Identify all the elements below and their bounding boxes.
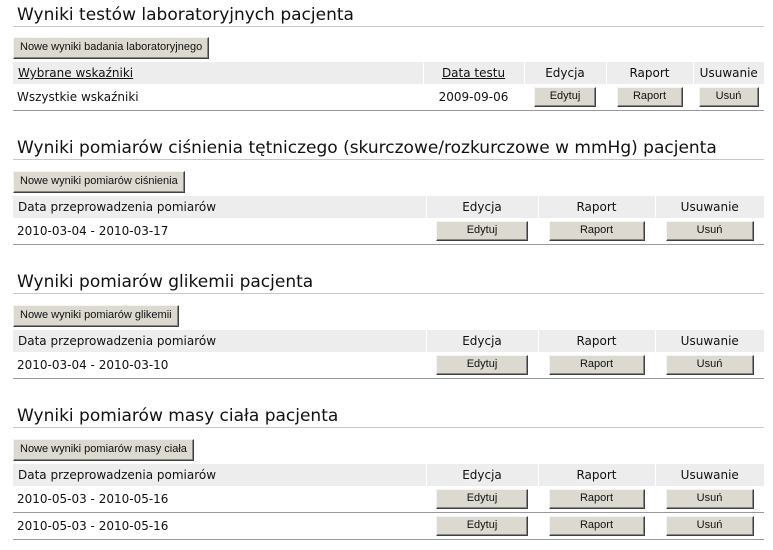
pressure-results-title: Wyniki pomiarów ciśnienia tętniczego (sk…	[13, 137, 764, 160]
lab-results-section: Wyniki testów laboratoryjnych pacjenta N…	[13, 4, 764, 124]
table-row: 2010-03-04 - 2010-03-17 Edytuj Raport Us…	[13, 218, 764, 245]
column-header-delete: Usuwanie	[654, 464, 764, 486]
column-header-date: Data przeprowadzenia pomiarów	[13, 330, 426, 352]
pressure-results-table: Data przeprowadzenia pomiarów Edycja Rap…	[13, 196, 764, 245]
column-header-report: Raport	[537, 464, 655, 486]
column-header-edit: Edycja	[425, 196, 538, 218]
column-header-report: Raport	[605, 62, 693, 84]
new-lab-result-button[interactable]: Nowe wyniki badania laboratoryjnego	[13, 37, 210, 59]
weight-results-section: Wyniki pomiarów masy ciała pacjenta Nowe…	[13, 405, 764, 550]
table-header-row: Data przeprowadzenia pomiarów Edycja Rap…	[13, 196, 764, 218]
table-header-row: Data przeprowadzenia pomiarów Edycja Rap…	[13, 464, 764, 486]
date-range-cell: 2010-03-04 - 2010-03-17	[13, 218, 426, 245]
report-button[interactable]: Raport	[548, 516, 645, 536]
edit-button[interactable]: Edytuj	[436, 355, 528, 375]
report-button[interactable]: Raport	[548, 221, 645, 241]
report-button[interactable]: Raport	[548, 355, 645, 375]
column-header-report: Raport	[537, 330, 655, 352]
column-header-delete: Usuwanie	[654, 330, 764, 352]
weight-results-table: Data przeprowadzenia pomiarów Edycja Rap…	[13, 464, 764, 540]
date-range-cell: 2010-05-03 - 2010-05-16	[13, 486, 426, 513]
glycemia-results-table: Data przeprowadzenia pomiarów Edycja Rap…	[13, 330, 764, 379]
glycemia-results-section: Wyniki pomiarów glikemii pacjenta Nowe w…	[13, 271, 764, 391]
column-header-indicators[interactable]: Wybrane wskaźniki	[13, 62, 423, 84]
date-range-cell: 2010-03-04 - 2010-03-10	[13, 352, 426, 379]
lab-results-table: Wybrane wskaźniki Data testu Edycja Rapo…	[13, 62, 764, 111]
edit-button[interactable]: Edytuj	[436, 489, 528, 509]
edit-button[interactable]: Edytuj	[436, 516, 528, 536]
weight-results-title: Wyniki pomiarów masy ciała pacjenta	[13, 405, 764, 428]
column-header-delete: Usuwanie	[654, 196, 764, 218]
table-row: 2010-03-04 - 2010-03-10 Edytuj Raport Us…	[13, 352, 764, 379]
table-row: Wszystkie wskaźniki 2009-09-06 Edytuj Ra…	[13, 84, 764, 111]
new-weight-result-button[interactable]: Nowe wyniki pomiarów masy ciała	[13, 439, 194, 461]
column-header-delete: Usuwanie	[692, 62, 764, 84]
table-header-row: Wybrane wskaźniki Data testu Edycja Rapo…	[13, 62, 764, 84]
delete-button[interactable]: Usuń	[665, 355, 754, 375]
delete-button[interactable]: Usuń	[698, 87, 759, 107]
column-header-date: Data przeprowadzenia pomiarów	[13, 464, 426, 486]
delete-button[interactable]: Usuń	[665, 221, 754, 241]
edit-button[interactable]: Edytuj	[534, 87, 596, 107]
column-header-date: Data przeprowadzenia pomiarów	[13, 196, 426, 218]
indicators-cell: Wszystkie wskaźniki	[13, 84, 423, 111]
pressure-results-section: Wyniki pomiarów ciśnienia tętniczego (sk…	[13, 137, 764, 257]
date-range-cell: 2010-05-03 - 2010-05-16	[13, 512, 426, 540]
column-header-edit: Edycja	[425, 464, 538, 486]
delete-button[interactable]: Usuń	[665, 489, 754, 509]
report-button[interactable]: Raport	[616, 87, 683, 107]
column-header-edit: Edycja	[523, 62, 606, 84]
column-header-report: Raport	[537, 196, 655, 218]
lab-results-title: Wyniki testów laboratoryjnych pacjenta	[13, 4, 764, 27]
test-date-cell: 2009-09-06	[423, 84, 524, 111]
column-header-edit: Edycja	[425, 330, 538, 352]
edit-button[interactable]: Edytuj	[436, 221, 528, 241]
delete-button[interactable]: Usuń	[665, 516, 754, 536]
report-button[interactable]: Raport	[548, 489, 645, 509]
new-glycemia-result-button[interactable]: Nowe wyniki pomiarów glikemii	[13, 305, 179, 327]
column-header-test-date[interactable]: Data testu	[422, 62, 524, 84]
table-row: 2010-05-03 - 2010-05-16 Edytuj Raport Us…	[13, 512, 764, 540]
glycemia-results-title: Wyniki pomiarów glikemii pacjenta	[13, 271, 764, 294]
table-header-row: Data przeprowadzenia pomiarów Edycja Rap…	[13, 330, 764, 352]
table-row: 2010-05-03 - 2010-05-16 Edytuj Raport Us…	[13, 486, 764, 513]
new-pressure-result-button[interactable]: Nowe wyniki pomiarów ciśnienia	[13, 171, 185, 193]
